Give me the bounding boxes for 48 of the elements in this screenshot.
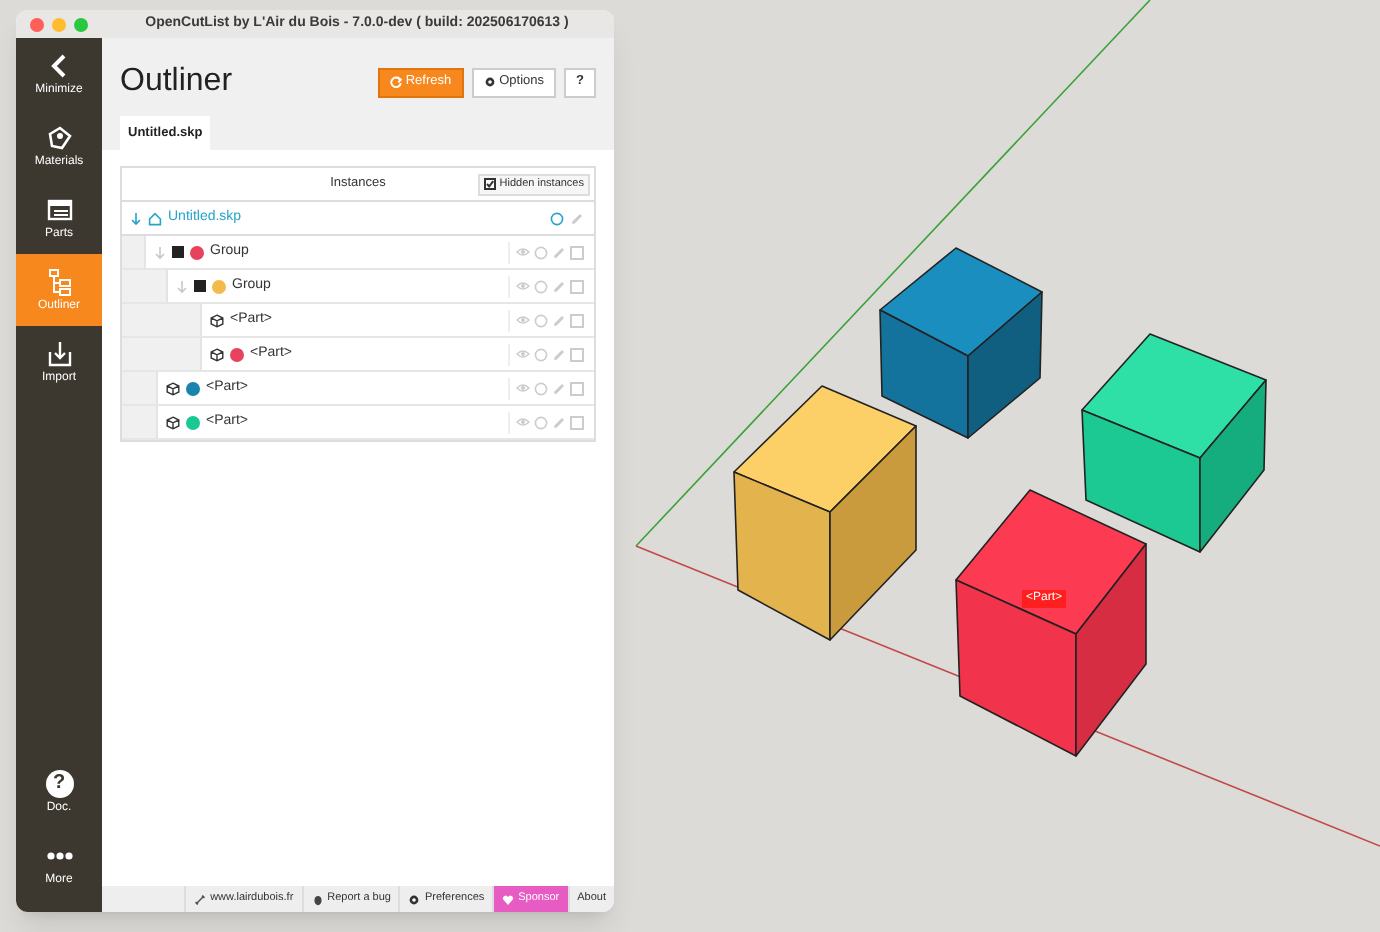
- cube-icon: [210, 313, 224, 327]
- bug-icon: [311, 893, 324, 905]
- checkbox[interactable]: [570, 347, 584, 361]
- import-tray-icon: [45, 340, 73, 368]
- eye-icon: [516, 348, 530, 360]
- eye-icon: [516, 246, 530, 258]
- target-icon: [550, 211, 564, 225]
- zoom-icon[interactable]: [74, 17, 88, 31]
- link-icon: [194, 893, 207, 905]
- cube-icon: [210, 347, 224, 361]
- cube-icon: [166, 381, 180, 395]
- paint-swatch-icon: [45, 124, 73, 152]
- target-icon: [534, 279, 548, 293]
- checkbox[interactable]: [570, 245, 584, 259]
- pencil-icon: [552, 381, 566, 395]
- checkbox[interactable]: [570, 313, 584, 327]
- gear-icon: [408, 893, 421, 905]
- pencil-icon: [552, 245, 566, 259]
- home-icon: [148, 211, 162, 225]
- tree-icon: [45, 268, 73, 296]
- eye-icon: [516, 280, 530, 292]
- eye-icon: [516, 382, 530, 394]
- pencil-icon: [552, 347, 566, 361]
- target-icon: [534, 347, 548, 361]
- page-title: Outliner: [120, 62, 233, 102]
- close-icon[interactable]: [30, 17, 44, 31]
- heart-icon: [502, 893, 515, 905]
- checkbox[interactable]: [570, 279, 584, 293]
- target-icon: [534, 313, 548, 327]
- checkbox[interactable]: [570, 415, 584, 429]
- eye-icon: [516, 314, 530, 326]
- square-icon: [172, 246, 184, 258]
- checkbox[interactable]: [570, 381, 584, 395]
- target-icon: [534, 415, 548, 429]
- pencil-icon: [552, 313, 566, 327]
- cube-icon: [166, 415, 180, 429]
- square-icon: [194, 280, 206, 292]
- help-icon: ?: [45, 770, 73, 798]
- target-icon: [534, 245, 548, 259]
- refresh-icon: [389, 76, 402, 88]
- list-panel-icon: [45, 196, 73, 224]
- eye-icon: [516, 416, 530, 428]
- target-icon: [534, 381, 548, 395]
- pencil-icon: [552, 279, 566, 293]
- pencil-icon: [570, 211, 584, 225]
- gear-icon: [483, 76, 496, 88]
- minimize-icon[interactable]: [52, 17, 66, 31]
- pencil-icon: [552, 415, 566, 429]
